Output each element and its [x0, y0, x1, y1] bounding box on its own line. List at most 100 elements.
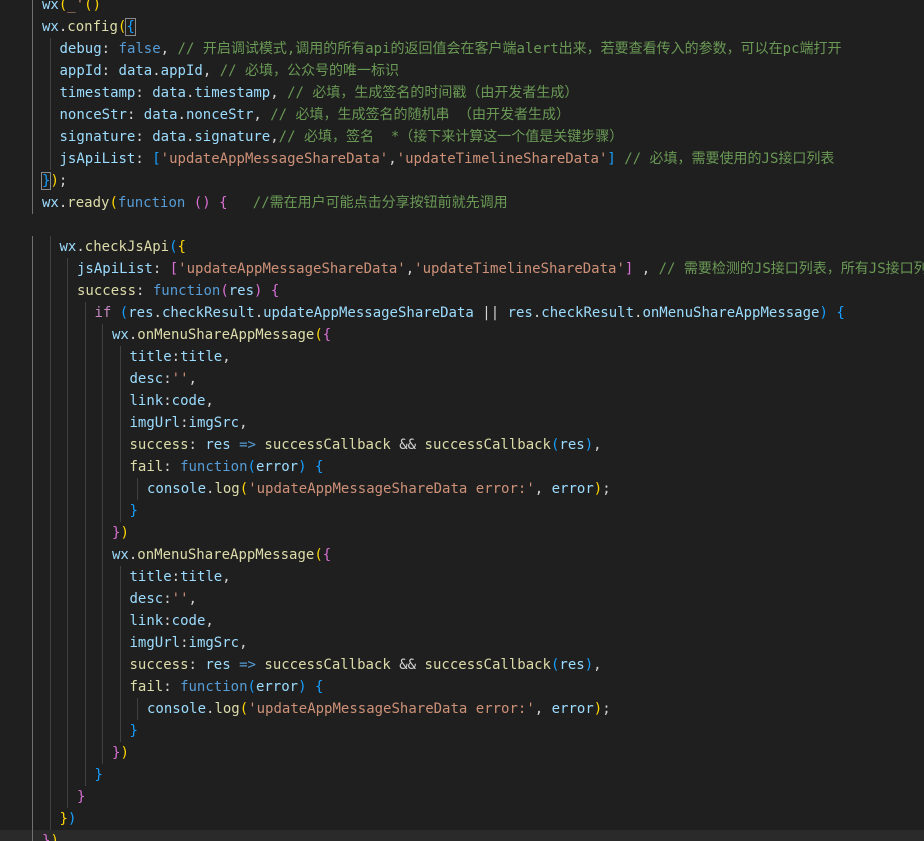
code-text: nonceStr: data.nonceStr, // 必填，生成签名的随机串 … [60, 104, 570, 126]
code-line[interactable]: } [0, 500, 924, 522]
code-line[interactable]: }) [0, 808, 924, 830]
code-token: res [128, 305, 154, 321]
code-line[interactable]: success: function(res) { [0, 280, 924, 302]
code-token: ) [298, 459, 307, 475]
code-text: signature: data.signature,// 必填，签名 *（接下来… [60, 126, 624, 148]
code-text: imgUrl:imgSrc, [130, 412, 248, 434]
code-line[interactable]: title:title, [0, 346, 924, 368]
code-text: title:title, [130, 566, 231, 588]
code-line[interactable]: appId: data.appId, // 必填，公众号的唯一标识 [0, 60, 924, 82]
indent-guide [102, 456, 103, 478]
code-line[interactable]: wx(_'() [0, 0, 924, 16]
code-token: code [171, 393, 206, 409]
code-line[interactable]: timestamp: data.timestamp, // 必填，生成签名的时间… [0, 82, 924, 104]
indent-guide [49, 104, 51, 126]
indent-guide [102, 522, 103, 544]
code-line[interactable]: link:code, [0, 390, 924, 412]
code-token: console [147, 701, 207, 717]
code-line[interactable]: nonceStr: data.nonceStr, // 必填，生成签名的随机串 … [0, 104, 924, 126]
indent-guide [32, 412, 33, 434]
code-token: wx [112, 327, 129, 343]
code-token: console [147, 481, 207, 497]
code-line[interactable]: }) [0, 522, 924, 544]
indent-guide [32, 60, 33, 82]
code-line[interactable]: } [0, 764, 924, 786]
indent-guide [32, 236, 33, 258]
code-token: updateAppMessageShareData [263, 305, 474, 321]
indent-guide [49, 522, 51, 544]
code-line[interactable] [0, 214, 924, 236]
code-line[interactable]: jsApiList: ['updateAppMessageShareData',… [0, 258, 924, 280]
code-token: appId [59, 63, 102, 79]
code-token: success [129, 437, 189, 453]
indent-guide [67, 258, 68, 280]
code-token: code [171, 613, 206, 629]
code-line[interactable]: imgUrl:imgSrc, [0, 632, 924, 654]
code-line[interactable]: fail: function(error) { [0, 676, 924, 698]
indent-guide [49, 412, 51, 434]
indent-guide [49, 632, 51, 654]
code-line[interactable]: wx.onMenuShareAppMessage({ [0, 544, 924, 566]
code-line[interactable]: wx.config({ [0, 16, 924, 38]
indent-guide [32, 456, 33, 478]
code-line[interactable]: jsApiList: ['updateAppMessageShareData',… [0, 148, 924, 170]
code-line[interactable]: desc:'', [0, 368, 924, 390]
code-line[interactable]: } [0, 786, 924, 808]
indent-guide [84, 566, 86, 588]
indent-guide [32, 544, 33, 566]
code-token: . [254, 305, 264, 321]
indent-guide [84, 500, 86, 522]
code-line[interactable]: wx.checkJsApi({ [0, 236, 924, 258]
code-line[interactable]: fail: function(error) { [0, 456, 924, 478]
code-line[interactable]: debug: false, // 开启调试模式,调用的所有api的返回值会在客户… [0, 38, 924, 60]
code-token: ( [119, 305, 129, 321]
code-line[interactable]: console.log('updateAppMessageShareData e… [0, 698, 924, 720]
code-line[interactable]: title:title, [0, 566, 924, 588]
code-token: '' [171, 371, 189, 387]
code-line[interactable]: }); [0, 170, 924, 192]
code-token: : [188, 657, 206, 673]
code-line[interactable]: success: res => successCallback && succe… [0, 654, 924, 676]
code-line[interactable]: link:code, [0, 610, 924, 632]
indent-guide [102, 698, 103, 720]
code-editor[interactable]: wx(_'() wx.config({debug: false, // 开启调试模… [0, 0, 924, 841]
indent-guide [49, 82, 51, 104]
code-token: 'updateAppMessageShareData error:' [248, 481, 535, 497]
code-line[interactable]: signature: data.signature,// 必填，签名 *（接下来… [0, 126, 924, 148]
code-text: wx.onMenuShareAppMessage({ [112, 324, 331, 346]
code-line[interactable]: }) [0, 830, 924, 841]
indent-guide [119, 632, 121, 654]
code-token: : [180, 415, 189, 431]
code-token: , [270, 85, 288, 101]
indent-guide [102, 676, 103, 698]
code-line[interactable]: desc:'', [0, 588, 924, 610]
indent-guide [102, 434, 103, 456]
code-token: { [314, 679, 324, 695]
indent-guide [49, 588, 51, 610]
indent-guide [84, 764, 86, 786]
code-token: signature [194, 129, 271, 145]
code-line[interactable]: }) [0, 742, 924, 764]
indent-guide [49, 698, 51, 720]
code-line[interactable]: success: res => successCallback && succe… [0, 434, 924, 456]
indent-guide [84, 610, 86, 632]
code-token: error [551, 701, 594, 717]
code-text: link:code, [130, 390, 214, 412]
code-token: : [101, 41, 119, 57]
indent-guide [119, 412, 121, 434]
indent-guide [67, 324, 68, 346]
code-token: . [76, 239, 85, 255]
indent-guide [67, 632, 68, 654]
indent-guide [32, 742, 33, 764]
code-line[interactable]: wx.onMenuShareAppMessage({ [0, 324, 924, 346]
code-text: success: res => successCallback && succe… [130, 434, 602, 456]
code-line[interactable]: console.log('updateAppMessageShareData e… [0, 478, 924, 500]
code-line[interactable]: wx.ready(function () { //需在用户可能点击分享按钮前就先… [0, 192, 924, 214]
code-token: , [388, 151, 397, 167]
code-line[interactable]: imgUrl:imgSrc, [0, 412, 924, 434]
code-line[interactable]: } [0, 720, 924, 742]
code-line[interactable]: if (res.checkResult.updateAppMessageShar… [0, 302, 924, 324]
